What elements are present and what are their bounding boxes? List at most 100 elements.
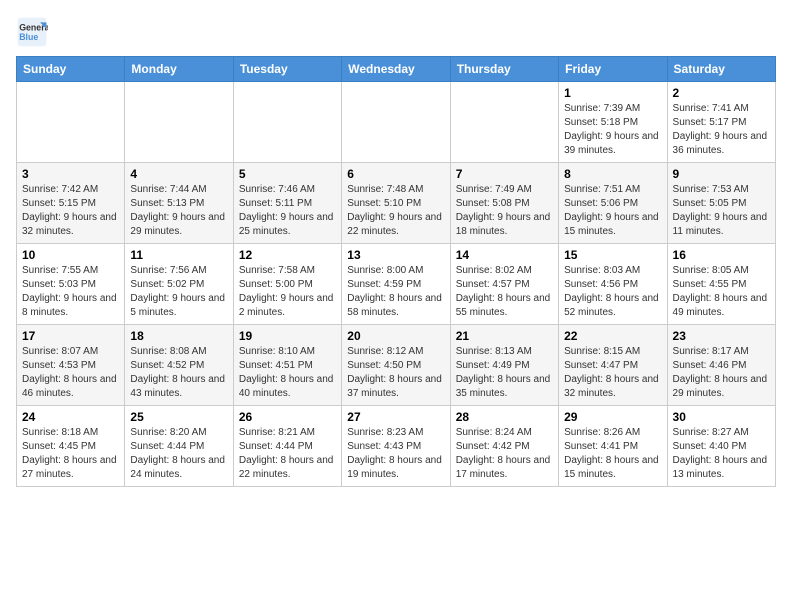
calendar-cell: 18 Sunrise: 8:08 AM Sunset: 4:52 PM Dayli… — [125, 325, 233, 406]
calendar-cell: 10 Sunrise: 7:55 AM Sunset: 5:03 PM Dayli… — [17, 244, 125, 325]
calendar-cell: 7 Sunrise: 7:49 AM Sunset: 5:08 PM Daylig… — [450, 163, 558, 244]
calendar-cell: 20 Sunrise: 8:12 AM Sunset: 4:50 PM Dayli… — [342, 325, 450, 406]
day-number: 9 — [673, 167, 770, 181]
calendar-week-row: 17 Sunrise: 8:07 AM Sunset: 4:53 PM Dayli… — [17, 325, 776, 406]
calendar-cell: 8 Sunrise: 7:51 AM Sunset: 5:06 PM Daylig… — [559, 163, 667, 244]
calendar-cell: 4Sunrise: 7:44 AM Sunset: 5:13 PM Daylig… — [125, 163, 233, 244]
calendar-cell: 22 Sunrise: 8:15 AM Sunset: 4:47 PM Dayli… — [559, 325, 667, 406]
calendar-cell: 27 Sunrise: 8:23 AM Sunset: 4:43 PM Dayli… — [342, 406, 450, 487]
calendar-cell: 19Sunrise: 8:10 AM Sunset: 4:51 PM Dayli… — [233, 325, 341, 406]
day-number: 1 — [564, 86, 661, 100]
day-number: 7 — [456, 167, 553, 181]
calendar-cell — [17, 82, 125, 163]
day-info: Sunrise: 8:23 AM Sunset: 4:43 PM Dayligh… — [347, 426, 444, 482]
day-number: 22 — [564, 329, 661, 343]
weekday-header: Tuesday — [233, 57, 341, 82]
calendar-cell: 21Sunrise: 8:13 AM Sunset: 4:49 PM Dayli… — [450, 325, 558, 406]
day-number: 4 — [130, 167, 227, 181]
calendar-cell: 6 Sunrise: 7:48 AM Sunset: 5:10 PM Daylig… — [342, 163, 450, 244]
day-info: Sunrise: 8:24 AM Sunset: 4:42 PM Dayligh… — [456, 426, 553, 482]
day-number: 27 — [347, 410, 444, 424]
day-number: 18 — [130, 329, 227, 343]
day-info: Sunrise: 7:55 AM Sunset: 5:03 PM Dayligh… — [22, 264, 119, 320]
weekday-header: Monday — [125, 57, 233, 82]
day-info: Sunrise: 8:18 AM Sunset: 4:45 PM Dayligh… — [22, 426, 119, 482]
calendar-cell — [125, 82, 233, 163]
calendar-cell — [450, 82, 558, 163]
logo-icon: General Blue — [16, 16, 48, 48]
day-info: Sunrise: 7:49 AM Sunset: 5:08 PM Dayligh… — [456, 183, 553, 239]
calendar-cell: 16Sunrise: 8:05 AM Sunset: 4:55 PM Dayli… — [667, 244, 775, 325]
day-number: 20 — [347, 329, 444, 343]
calendar-cell: 26Sunrise: 8:21 AM Sunset: 4:44 PM Dayli… — [233, 406, 341, 487]
day-info: Sunrise: 7:48 AM Sunset: 5:10 PM Dayligh… — [347, 183, 444, 239]
calendar-week-row: 10 Sunrise: 7:55 AM Sunset: 5:03 PM Dayli… — [17, 244, 776, 325]
calendar-cell: 25 Sunrise: 8:20 AM Sunset: 4:44 PM Dayli… — [125, 406, 233, 487]
calendar-cell: 9 Sunrise: 7:53 AM Sunset: 5:05 PM Daylig… — [667, 163, 775, 244]
day-number: 12 — [239, 248, 336, 262]
day-info: Sunrise: 8:02 AM Sunset: 4:57 PM Dayligh… — [456, 264, 553, 320]
weekday-header: Friday — [559, 57, 667, 82]
day-info: Sunrise: 8:20 AM Sunset: 4:44 PM Dayligh… — [130, 426, 227, 482]
day-info: Sunrise: 7:53 AM Sunset: 5:05 PM Dayligh… — [673, 183, 770, 239]
day-number: 3 — [22, 167, 119, 181]
logo: General Blue — [16, 16, 52, 48]
day-number: 13 — [347, 248, 444, 262]
day-number: 8 — [564, 167, 661, 181]
calendar-cell — [233, 82, 341, 163]
day-number: 17 — [22, 329, 119, 343]
day-info: Sunrise: 8:03 AM Sunset: 4:56 PM Dayligh… — [564, 264, 661, 320]
day-number: 28 — [456, 410, 553, 424]
calendar-cell: 1 Sunrise: 7:39 AM Sunset: 5:18 PM Daylig… — [559, 82, 667, 163]
day-info: Sunrise: 8:08 AM Sunset: 4:52 PM Dayligh… — [130, 345, 227, 401]
day-number: 24 — [22, 410, 119, 424]
day-number: 10 — [22, 248, 119, 262]
day-number: 6 — [347, 167, 444, 181]
day-info: Sunrise: 7:41 AM Sunset: 5:17 PM Dayligh… — [673, 102, 770, 158]
svg-text:Blue: Blue — [19, 32, 38, 42]
day-number: 16 — [673, 248, 770, 262]
calendar-cell: 28 Sunrise: 8:24 AM Sunset: 4:42 PM Dayli… — [450, 406, 558, 487]
calendar-cell: 17 Sunrise: 8:07 AM Sunset: 4:53 PM Dayli… — [17, 325, 125, 406]
calendar-table: SundayMondayTuesdayWednesdayThursdayFrid… — [16, 56, 776, 487]
calendar-cell: 30 Sunrise: 8:27 AM Sunset: 4:40 PM Dayli… — [667, 406, 775, 487]
calendar-week-row: 1 Sunrise: 7:39 AM Sunset: 5:18 PM Daylig… — [17, 82, 776, 163]
day-number: 2 — [673, 86, 770, 100]
weekday-header: Thursday — [450, 57, 558, 82]
calendar-cell: 15 Sunrise: 8:03 AM Sunset: 4:56 PM Dayli… — [559, 244, 667, 325]
day-info: Sunrise: 7:51 AM Sunset: 5:06 PM Dayligh… — [564, 183, 661, 239]
calendar-cell: 5Sunrise: 7:46 AM Sunset: 5:11 PM Daylig… — [233, 163, 341, 244]
day-info: Sunrise: 8:17 AM Sunset: 4:46 PM Dayligh… — [673, 345, 770, 401]
calendar-week-row: 24 Sunrise: 8:18 AM Sunset: 4:45 PM Dayli… — [17, 406, 776, 487]
calendar-cell: 2 Sunrise: 7:41 AM Sunset: 5:17 PM Daylig… — [667, 82, 775, 163]
day-info: Sunrise: 7:58 AM Sunset: 5:00 PM Dayligh… — [239, 264, 336, 320]
calendar-cell: 13 Sunrise: 8:00 AM Sunset: 4:59 PM Dayli… — [342, 244, 450, 325]
day-info: Sunrise: 7:56 AM Sunset: 5:02 PM Dayligh… — [130, 264, 227, 320]
day-info: Sunrise: 8:00 AM Sunset: 4:59 PM Dayligh… — [347, 264, 444, 320]
page-header: General Blue — [16, 16, 776, 48]
weekday-header: Wednesday — [342, 57, 450, 82]
day-number: 30 — [673, 410, 770, 424]
day-number: 29 — [564, 410, 661, 424]
calendar-cell: 3 Sunrise: 7:42 AM Sunset: 5:15 PM Daylig… — [17, 163, 125, 244]
day-info: Sunrise: 7:39 AM Sunset: 5:18 PM Dayligh… — [564, 102, 661, 158]
day-info: Sunrise: 8:12 AM Sunset: 4:50 PM Dayligh… — [347, 345, 444, 401]
calendar-week-row: 3 Sunrise: 7:42 AM Sunset: 5:15 PM Daylig… — [17, 163, 776, 244]
day-info: Sunrise: 8:15 AM Sunset: 4:47 PM Dayligh… — [564, 345, 661, 401]
day-info: Sunrise: 8:27 AM Sunset: 4:40 PM Dayligh… — [673, 426, 770, 482]
calendar-cell — [342, 82, 450, 163]
calendar-cell: 11Sunrise: 7:56 AM Sunset: 5:02 PM Dayli… — [125, 244, 233, 325]
calendar-cell: 24 Sunrise: 8:18 AM Sunset: 4:45 PM Dayli… — [17, 406, 125, 487]
calendar-cell: 14Sunrise: 8:02 AM Sunset: 4:57 PM Dayli… — [450, 244, 558, 325]
day-number: 23 — [673, 329, 770, 343]
calendar-cell: 12 Sunrise: 7:58 AM Sunset: 5:00 PM Dayli… — [233, 244, 341, 325]
day-info: Sunrise: 8:07 AM Sunset: 4:53 PM Dayligh… — [22, 345, 119, 401]
day-info: Sunrise: 8:21 AM Sunset: 4:44 PM Dayligh… — [239, 426, 336, 482]
calendar-cell: 23 Sunrise: 8:17 AM Sunset: 4:46 PM Dayli… — [667, 325, 775, 406]
day-number: 25 — [130, 410, 227, 424]
day-number: 15 — [564, 248, 661, 262]
day-info: Sunrise: 7:42 AM Sunset: 5:15 PM Dayligh… — [22, 183, 119, 239]
day-info: Sunrise: 8:10 AM Sunset: 4:51 PM Dayligh… — [239, 345, 336, 401]
weekday-header: Sunday — [17, 57, 125, 82]
day-info: Sunrise: 8:13 AM Sunset: 4:49 PM Dayligh… — [456, 345, 553, 401]
